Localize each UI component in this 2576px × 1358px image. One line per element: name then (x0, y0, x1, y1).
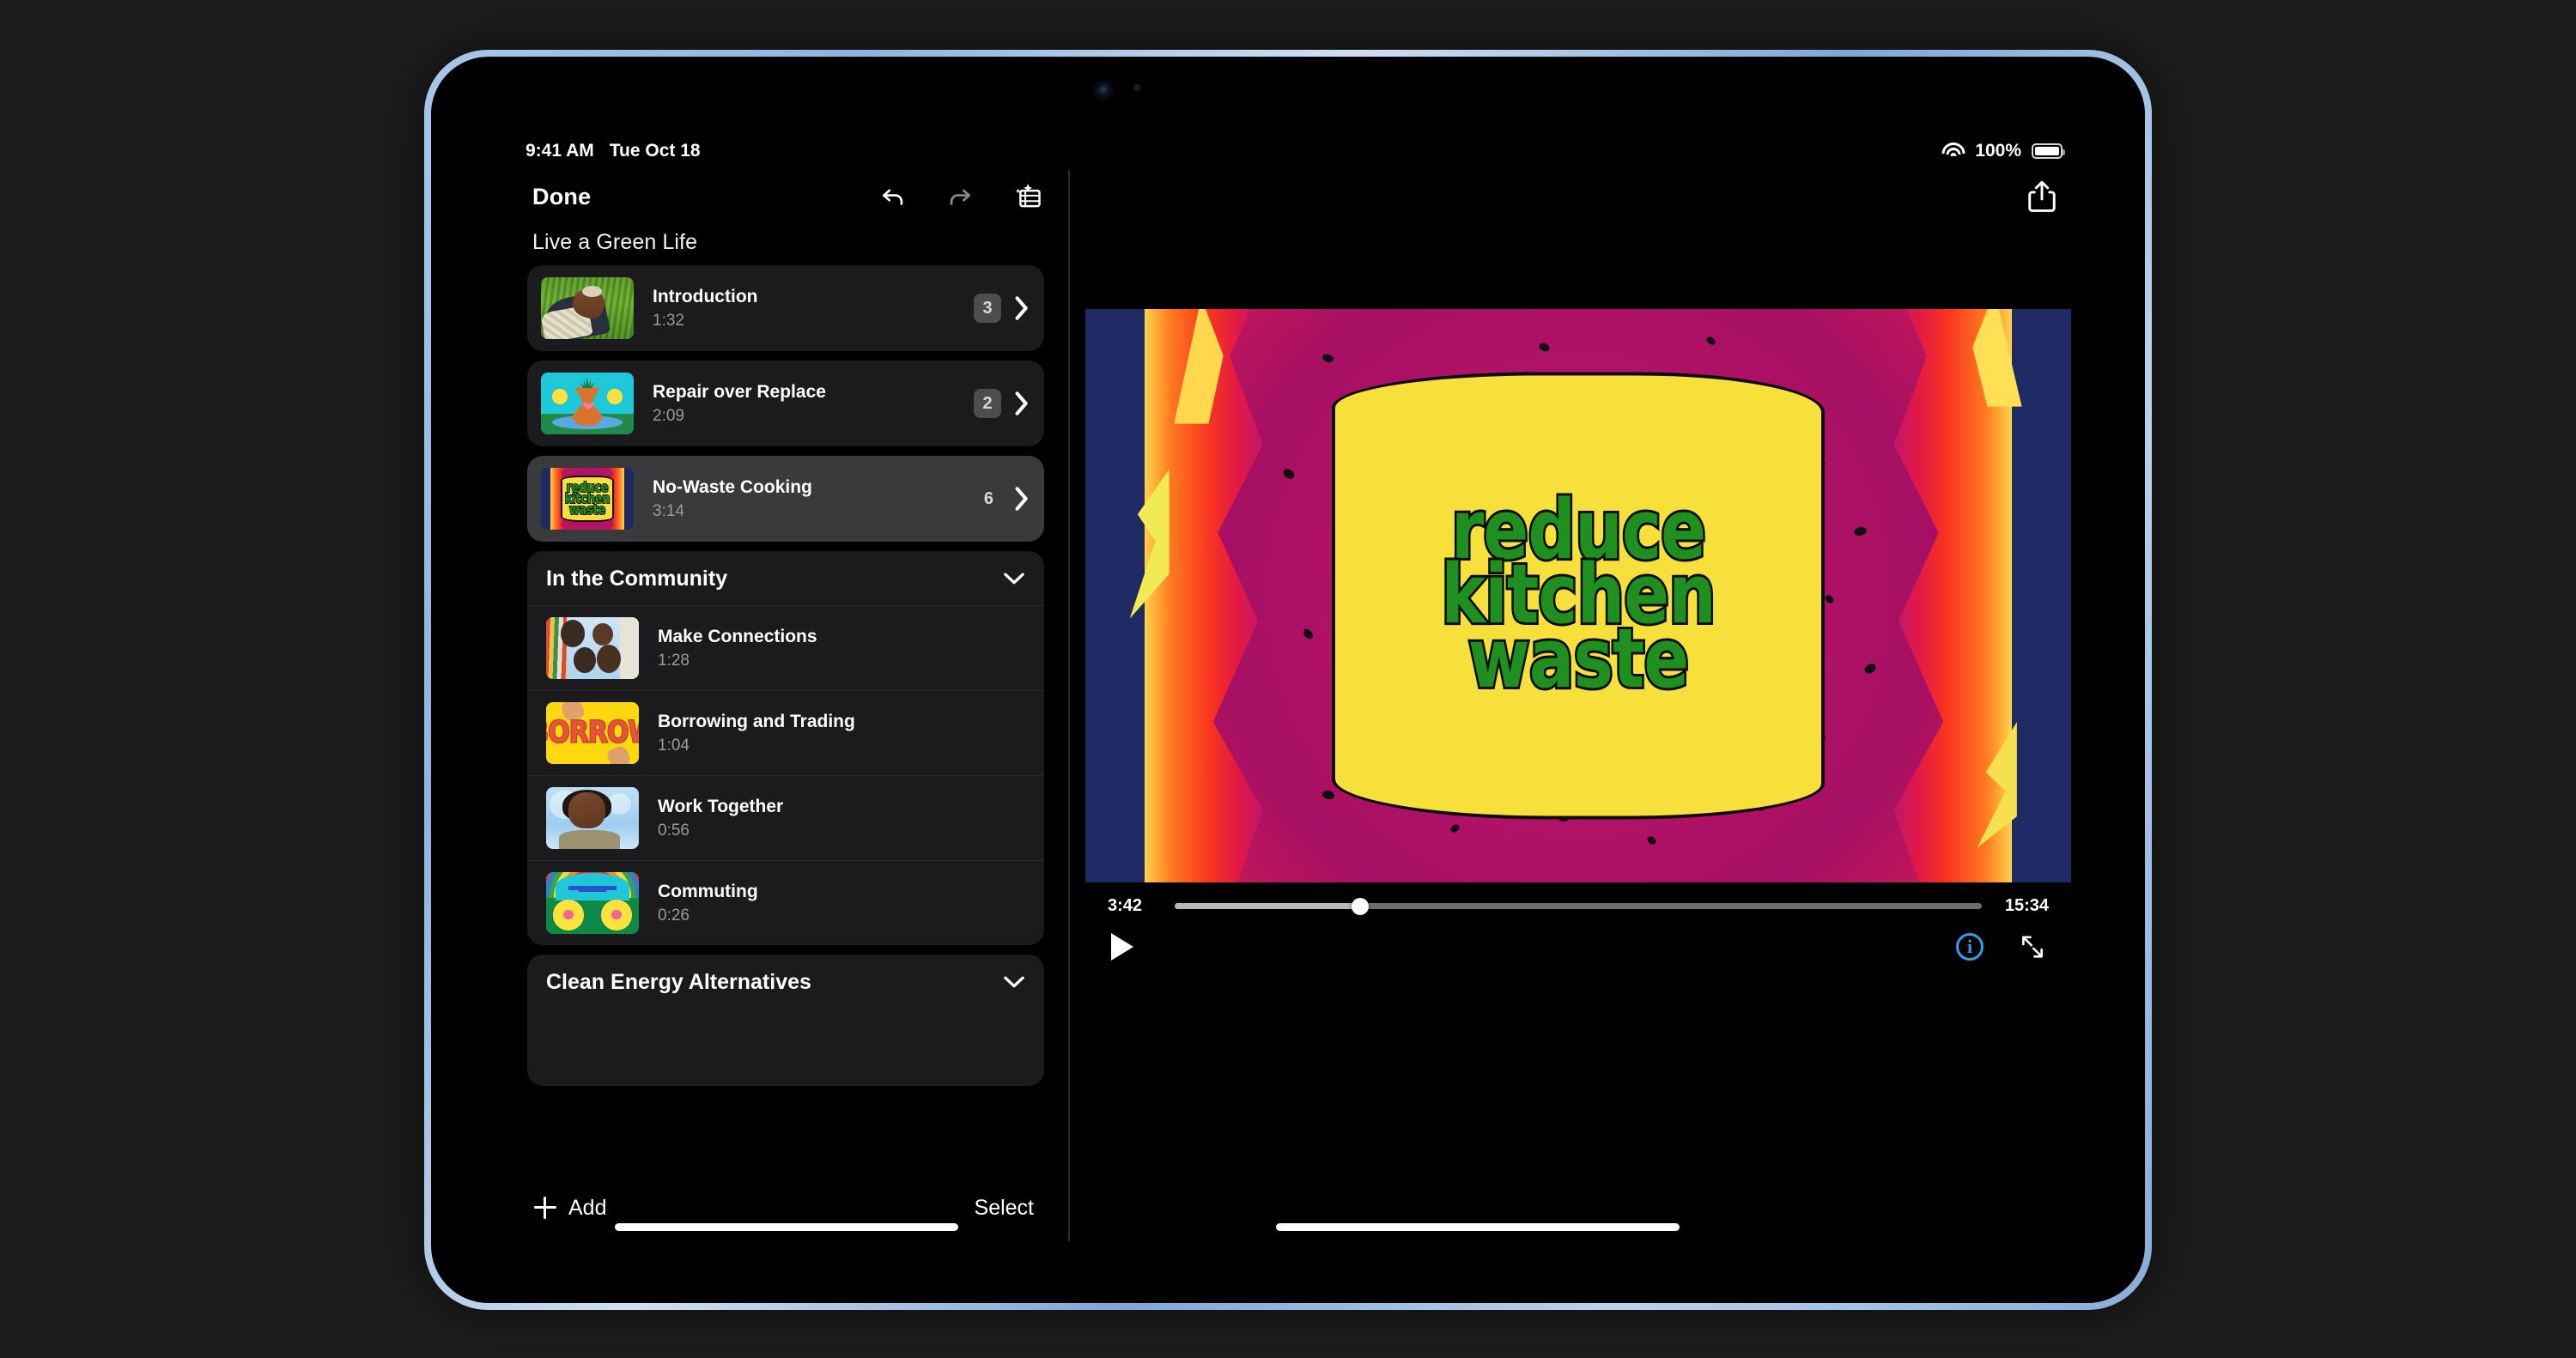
list-item[interactable]: BORROW Borrowing and Trading 1:04 (527, 690, 1044, 775)
chevron-down-icon[interactable] (1003, 976, 1025, 989)
home-indicator (615, 1223, 958, 1231)
sidebar-bottom-toolbar: Add Select (503, 1174, 1068, 1241)
wifi-icon (1941, 142, 1965, 160)
done-button[interactable]: Done (532, 184, 591, 210)
undo-arrow-icon[interactable] (878, 182, 908, 211)
ipad-bezel: 9:41 AM Tue Oct 18 100% Done Live a Gree… (431, 57, 2145, 1303)
chapter-clip-count: 3 (974, 294, 1001, 323)
info-circle-icon[interactable]: i (1956, 933, 1984, 961)
group-header[interactable]: Clean Energy Alternatives (527, 955, 1044, 1009)
list-item[interactable]: Make Connections 1:28 (527, 605, 1044, 690)
reduce-kitchen-waste-thumbnail: reduce kitchen waste (541, 468, 634, 530)
chevron-right-icon[interactable] (1015, 391, 1029, 415)
expand-arrows-icon[interactable] (2020, 934, 2045, 960)
status-date: Tue Oct 18 (609, 141, 701, 161)
clip-name: Work Together (658, 797, 784, 817)
play-triangle-icon[interactable] (1111, 933, 1133, 961)
chevron-right-icon[interactable] (1015, 296, 1029, 320)
chapter-duration: 2:09 (653, 406, 684, 425)
person-portrait-thumbnail (546, 787, 639, 849)
clip-duration: 0:56 (658, 821, 690, 840)
project-sidebar: Done Live a Green Life Introduction 1:32… (503, 170, 1070, 1241)
ambient-sensor-icon (1133, 84, 1140, 91)
add-label: Add (568, 1195, 607, 1220)
sidebar-navbar: Done (503, 170, 1068, 223)
app-body: Done Live a Green Life Introduction 1:32… (503, 170, 2087, 1241)
group-title: In the Community (546, 567, 728, 591)
total-time-label: 15:34 (2004, 896, 2049, 915)
clip-duration: 1:04 (658, 736, 690, 755)
status-time: 9:41 AM (526, 141, 594, 161)
chapter-clip-count: 2 (974, 389, 1001, 418)
repaired-vase-thumbnail (541, 373, 634, 434)
group-header[interactable]: In the Community (527, 551, 1044, 605)
video-title-lettering: reduce kitchen waste (1332, 372, 1825, 820)
clip-duration: 0:26 (658, 906, 690, 925)
select-button[interactable]: Select (975, 1196, 1034, 1221)
chevron-down-icon[interactable] (1003, 573, 1025, 585)
status-bar: 9:41 AM Tue Oct 18 100% (503, 132, 2087, 170)
front-camera-icon (1097, 84, 1109, 96)
progress-slider[interactable] (1175, 897, 1982, 915)
group-clean-energy-alternatives: Clean Energy Alternatives (527, 955, 1044, 1086)
video-frame[interactable]: reduce kitchen waste (1085, 309, 2071, 882)
sidebar-scroll-area[interactable]: Live a Green Life Introduction 1:32 3 Re… (503, 223, 1068, 1241)
home-indicator (1276, 1223, 1680, 1231)
list-item[interactable]: Work Together 0:56 (527, 775, 1044, 860)
screenshot-stage: 9:41 AM Tue Oct 18 100% Done Live a Gree… (0, 0, 2576, 1358)
chapter-name: Repair over Replace (653, 382, 826, 403)
chapter-card-repair-over-replace[interactable]: Repair over Replace 2:09 2 (527, 361, 1044, 446)
video-title-line-3: waste (1466, 611, 1692, 706)
chevron-right-icon[interactable] (1015, 487, 1029, 511)
player-button-row: i (1085, 916, 2071, 961)
chapter-duration: 1:32 (653, 311, 684, 330)
redo-arrow-icon[interactable] (945, 182, 975, 211)
video-surface[interactable]: reduce kitchen waste (1085, 309, 2071, 882)
ipad-device: 9:41 AM Tue Oct 18 100% Done Live a Gree… (424, 50, 2152, 1310)
bicycle-flowers-thumbnail (546, 872, 639, 934)
ipad-screen: 9:41 AM Tue Oct 18 100% Done Live a Gree… (503, 132, 2087, 1241)
clip-name: Commuting (658, 882, 758, 902)
video-player-pane: reduce kitchen waste 3:42 15:34 i (1070, 170, 2087, 1241)
battery-percent: 100% (1975, 141, 2021, 161)
share-upload-icon[interactable] (2028, 180, 2056, 213)
plus-icon (534, 1197, 556, 1219)
add-button[interactable]: Add (534, 1196, 606, 1221)
playback-controls: 3:42 15:34 i (1085, 882, 2071, 977)
clip-name: Borrowing and Trading (658, 712, 855, 732)
clip-name: Make Connections (658, 627, 817, 647)
project-title: Live a Green Life (532, 230, 698, 254)
chapter-card-no-waste-cooking[interactable]: reduce kitchen waste No-Waste Cooking 3:14… (527, 456, 1044, 542)
group-in-the-community: In the Community Make Connections 1:28 O… (527, 551, 1044, 945)
borrow-lettering-thumbnail: BORROW (546, 702, 639, 764)
magic-movie-film-icon[interactable] (1012, 182, 1042, 211)
battery-full-icon (2032, 143, 2065, 159)
person-on-grass-thumbnail (541, 277, 634, 339)
chapter-card-introduction[interactable]: Introduction 1:32 3 (527, 265, 1044, 351)
chapter-duration: 3:14 (653, 501, 684, 520)
list-item[interactable]: Commuting 0:26 (527, 860, 1044, 945)
clip-duration: 1:28 (658, 651, 690, 670)
chapter-name: No-Waste Cooking (653, 477, 812, 498)
chapter-clip-count: 6 (983, 488, 993, 508)
thumbnail-text: BORROW (546, 714, 639, 751)
scrubber-row: 3:42 15:34 (1085, 882, 2071, 916)
current-time-label: 3:42 (1108, 896, 1143, 915)
people-circle-thumbnail (546, 617, 639, 679)
group-title: Clean Energy Alternatives (546, 970, 811, 994)
player-top-bar (1070, 170, 2087, 223)
chapter-name: Introduction (653, 287, 758, 307)
